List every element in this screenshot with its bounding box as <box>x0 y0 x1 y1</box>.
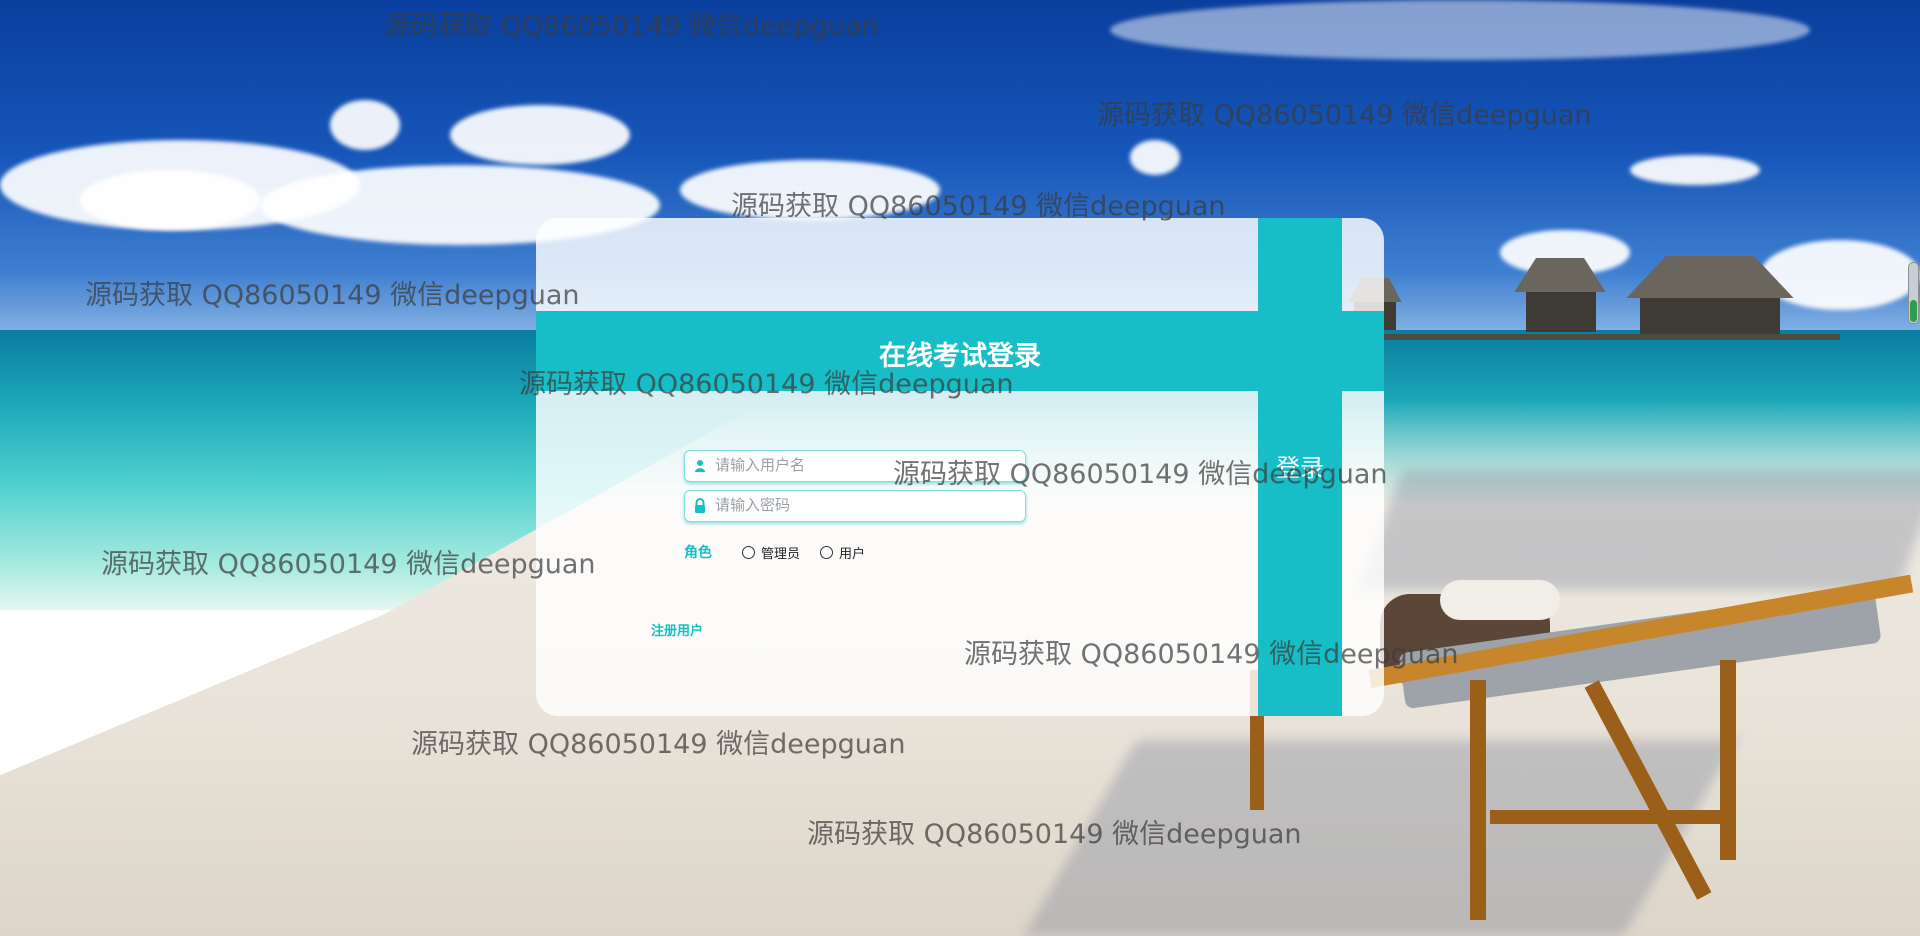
role-radio-user[interactable]: 用户 <box>820 542 865 562</box>
cloud <box>1110 0 1810 60</box>
cloud <box>1130 140 1180 175</box>
user-icon <box>693 458 707 474</box>
role-label: 角色 <box>684 545 712 561</box>
lock-icon <box>693 498 707 514</box>
password-field[interactable] <box>684 490 1026 522</box>
login-card: 在线考试登录 登录 角色 管理员 用户 注册用户 <box>536 218 1384 716</box>
hut <box>1600 256 1820 336</box>
radio-circle-icon[interactable] <box>820 545 833 559</box>
cloud <box>680 160 940 220</box>
login-button[interactable]: 登录 <box>1258 440 1342 490</box>
cloud <box>1630 155 1760 185</box>
username-input[interactable] <box>715 451 1015 479</box>
scrollbar-thumb[interactable] <box>1910 300 1917 322</box>
scrollbar[interactable] <box>1908 262 1919 324</box>
role-option-label: 管理员 <box>761 546 801 562</box>
cloud <box>450 105 630 165</box>
cloud <box>330 100 400 150</box>
page-title: 在线考试登录 <box>879 341 1041 372</box>
register-link[interactable]: 注册用户 <box>651 620 703 639</box>
username-field[interactable] <box>684 450 1026 482</box>
password-input[interactable] <box>715 491 1015 519</box>
radio-circle-icon[interactable] <box>742 545 755 559</box>
cloud <box>80 170 260 230</box>
role-radio-admin[interactable]: 管理员 <box>742 542 800 562</box>
role-option-label: 用户 <box>839 546 866 562</box>
